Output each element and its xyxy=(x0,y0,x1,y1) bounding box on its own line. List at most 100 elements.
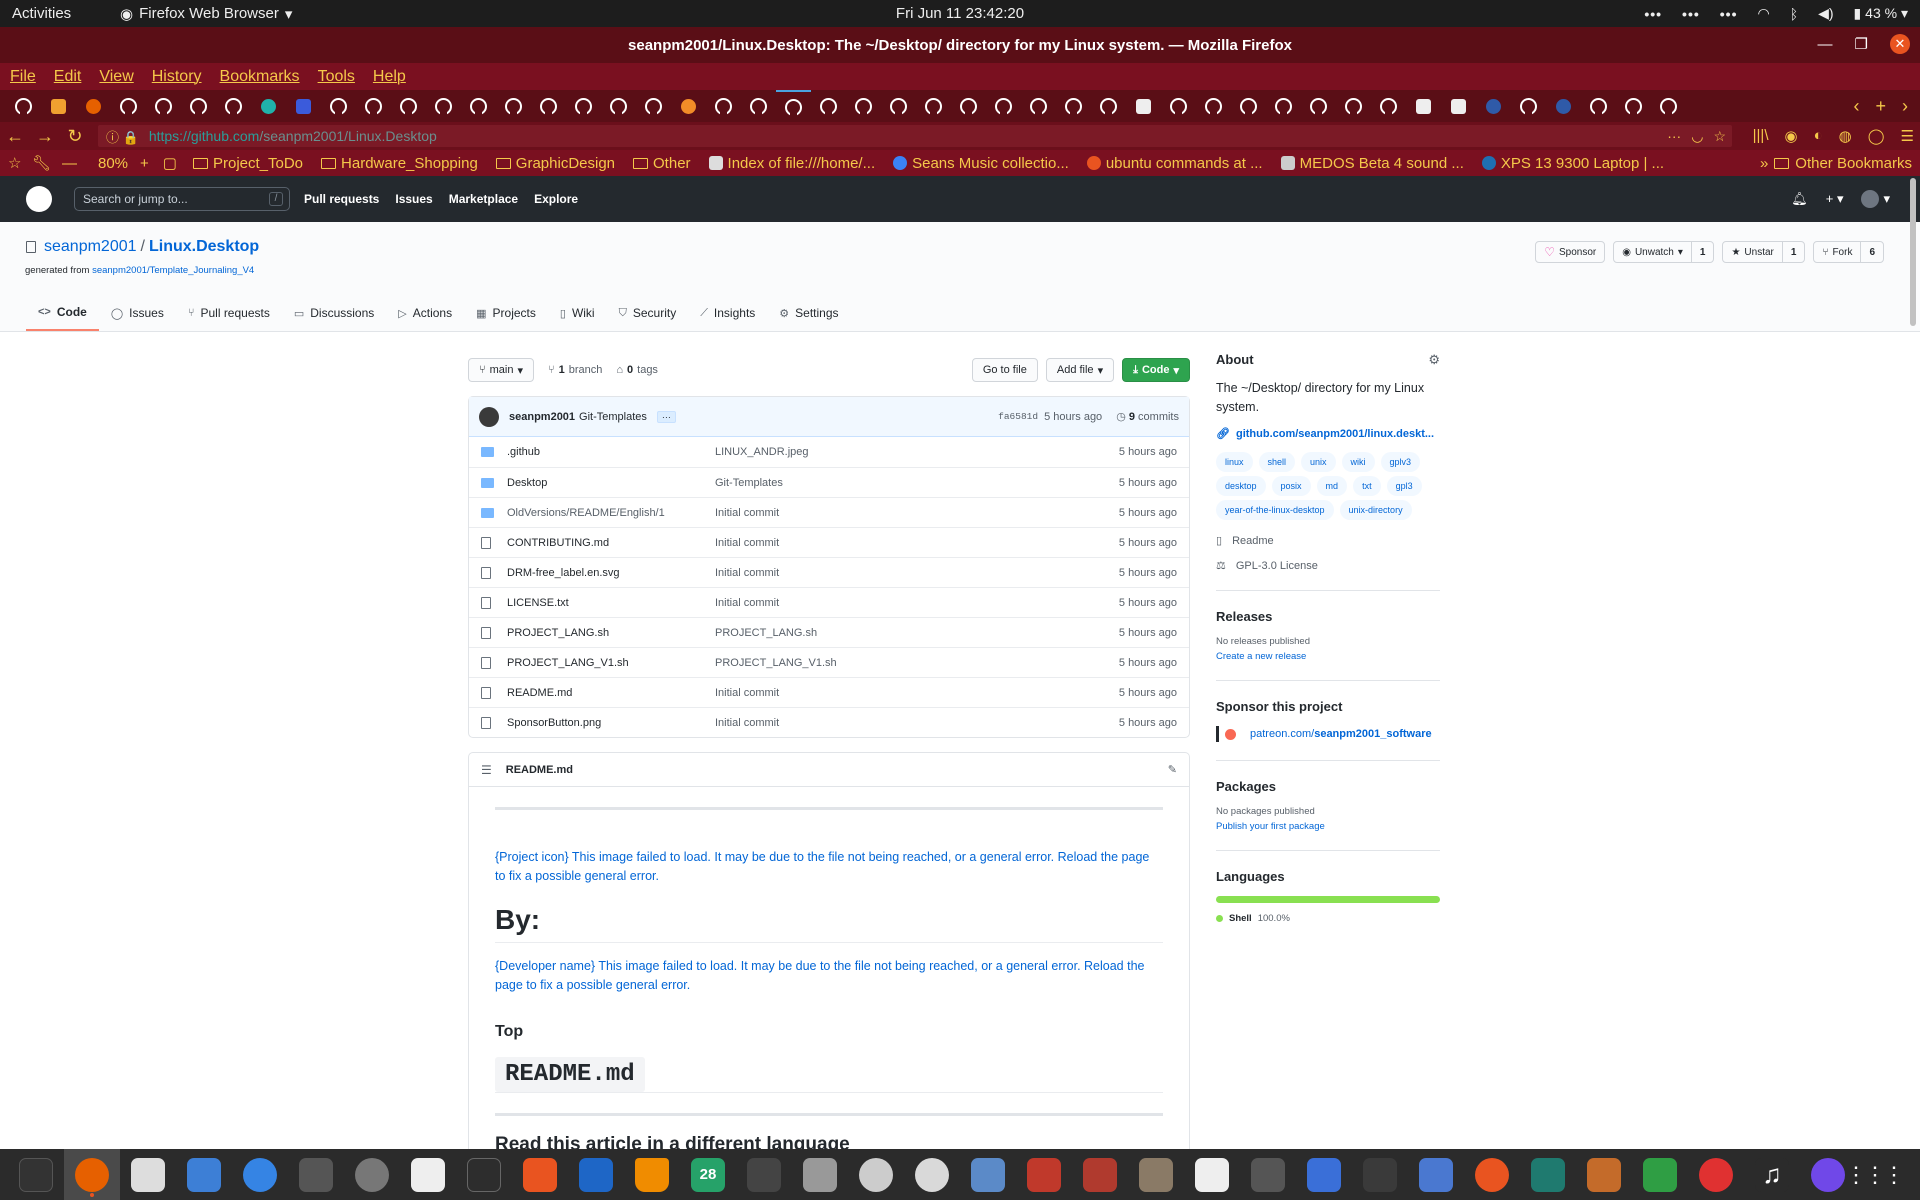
file-name[interactable]: SponsorButton.png xyxy=(507,717,715,729)
reload-icon[interactable]: ↻ xyxy=(60,126,90,147)
back-icon[interactable]: ← xyxy=(0,126,30,147)
tab-discussions[interactable]: ▭ Discussions xyxy=(282,295,386,331)
browser-tab[interactable] xyxy=(1196,90,1231,122)
browser-tab[interactable] xyxy=(1056,90,1091,122)
file-commit-message[interactable]: LINUX_ANDR.jpeg xyxy=(715,446,1119,458)
nav-pull-requests[interactable]: Pull requests xyxy=(304,192,379,206)
tab-actions[interactable]: ▷ Actions xyxy=(386,295,464,331)
topic-tag[interactable]: year-of-the-linux-desktop xyxy=(1216,500,1334,520)
dock-extensions[interactable] xyxy=(288,1149,344,1200)
browser-tab[interactable] xyxy=(111,90,146,122)
new-folder-icon[interactable]: ▢ xyxy=(163,154,177,172)
new-tab-icon[interactable]: + xyxy=(1875,96,1886,117)
app-menu[interactable]: ◉ Firefox Web Browser ▾ xyxy=(120,5,292,23)
unwatch-button[interactable]: ◉ Unwatch ▾ xyxy=(1614,242,1692,262)
tag-count-link[interactable]: ⌂ 0 tags xyxy=(616,364,658,376)
dock-software[interactable] xyxy=(512,1149,568,1200)
branch-count-link[interactable]: ⑂ 1 branch xyxy=(548,364,602,376)
zoom-out-icon[interactable]: — xyxy=(62,155,77,172)
browser-tab[interactable] xyxy=(951,90,986,122)
expand-commit-button[interactable]: ··· xyxy=(656,410,676,423)
browser-tab[interactable] xyxy=(181,90,216,122)
language-item[interactable]: Shell 100.0% xyxy=(1216,913,1440,924)
account-icon[interactable]: ◉ xyxy=(1785,127,1798,145)
browser-tab[interactable] xyxy=(1546,90,1581,122)
dock-app[interactable] xyxy=(1128,1149,1184,1200)
code-button[interactable]: ⤓ Code ▾ xyxy=(1122,358,1190,382)
file-row[interactable]: SponsorButton.png Initial commit 5 hours a… xyxy=(469,707,1189,737)
file-row[interactable]: OldVersions/README/English/1 Initial comm… xyxy=(469,497,1189,527)
scroll-tabs-right-icon[interactable]: › xyxy=(1902,96,1908,117)
forward-icon[interactable]: → xyxy=(30,126,60,147)
file-name[interactable]: OldVersions/README/English/1 xyxy=(507,507,715,519)
github-icon[interactable]: ◯ xyxy=(1868,127,1885,145)
dock-app[interactable] xyxy=(1464,1149,1520,1200)
dock-vim[interactable] xyxy=(1352,1149,1408,1200)
dock-app[interactable] xyxy=(904,1149,960,1200)
browser-tab[interactable] xyxy=(706,90,741,122)
extension-menu-icon[interactable]: ••• xyxy=(1644,6,1662,22)
repo-name-link[interactable]: Linux.Desktop xyxy=(149,238,259,256)
page-scrollbar[interactable] xyxy=(1910,178,1916,326)
bookmark-item[interactable]: XPS 13 9300 Laptop | ... xyxy=(1481,155,1664,172)
menu-tools[interactable]: Tools xyxy=(318,68,355,86)
bluetooth-icon[interactable]: ᛒ xyxy=(1790,6,1798,22)
browser-tab[interactable] xyxy=(1371,90,1406,122)
battery-indicator[interactable]: ▮ 43 % ▾ xyxy=(1854,5,1908,22)
file-name[interactable]: README.md xyxy=(507,687,715,699)
tab-code[interactable]: <> Code xyxy=(26,295,99,331)
dock-help[interactable] xyxy=(232,1149,288,1200)
browser-tab[interactable] xyxy=(1406,90,1441,122)
file-row[interactable]: DRM-free_label.en.svg Initial commit 5 hou… xyxy=(469,557,1189,587)
browser-tab[interactable] xyxy=(426,90,461,122)
browser-tab[interactable] xyxy=(566,90,601,122)
file-commit-message[interactable]: PROJECT_LANG_V1.sh xyxy=(715,657,1119,669)
file-name[interactable]: PROJECT_LANG_V1.sh xyxy=(507,657,715,669)
topic-tag[interactable]: wiki xyxy=(1341,452,1375,472)
github-logo-icon[interactable] xyxy=(26,186,52,212)
topic-tag[interactable]: unix-directory xyxy=(1339,500,1412,520)
patreon-link[interactable]: patreon.com/seanpm2001_software xyxy=(1216,726,1440,742)
file-row[interactable]: LICENSE.txt Initial commit 5 hours ago xyxy=(469,587,1189,617)
extension-icon[interactable]: ◐ xyxy=(1814,127,1823,145)
browser-tab[interactable] xyxy=(461,90,496,122)
topic-tag[interactable]: linux xyxy=(1216,452,1253,472)
file-commit-message[interactable]: Git-Templates xyxy=(715,477,1119,489)
file-row[interactable]: CONTRIBUTING.md Initial commit 5 hours ago xyxy=(469,527,1189,557)
browser-tab[interactable] xyxy=(1651,90,1686,122)
dock-spreadsheet[interactable] xyxy=(1632,1149,1688,1200)
license-link[interactable]: ⚖ GPL-3.0 License xyxy=(1216,559,1440,573)
browser-tab[interactable] xyxy=(251,90,286,122)
browser-tab[interactable] xyxy=(1021,90,1056,122)
bookmark-item[interactable]: Other xyxy=(633,155,691,172)
homepage-link[interactable]: 🔗︎ github.com/seanpm2001/linux.deskt... xyxy=(1216,427,1440,441)
tab-pull-requests[interactable]: ⑂ Pull requests xyxy=(176,295,282,331)
dock-search[interactable] xyxy=(792,1149,848,1200)
menu-file[interactable]: File xyxy=(10,68,36,86)
browser-tab[interactable] xyxy=(1091,90,1126,122)
browser-tab[interactable] xyxy=(1476,90,1511,122)
create-new-icon[interactable]: + ▾ xyxy=(1826,191,1844,207)
wifi-icon[interactable]: ◠ xyxy=(1757,5,1769,22)
browser-tab[interactable] xyxy=(356,90,391,122)
dock-app[interactable] xyxy=(1296,1149,1352,1200)
dock-app[interactable] xyxy=(1576,1149,1632,1200)
dock-calculator[interactable] xyxy=(736,1149,792,1200)
fork-count[interactable]: 6 xyxy=(1861,247,1883,258)
dock-app[interactable] xyxy=(848,1149,904,1200)
other-bookmarks[interactable]: » Other Bookmarks xyxy=(1753,154,1912,172)
nav-marketplace[interactable]: Marketplace xyxy=(449,192,518,206)
file-commit-message[interactable]: Initial commit xyxy=(715,717,1119,729)
user-menu[interactable]: ▾ xyxy=(1861,190,1890,208)
repo-owner-link[interactable]: seanpm2001 xyxy=(44,238,137,256)
topic-tag[interactable]: posix xyxy=(1271,476,1311,496)
activities-button[interactable]: Activities xyxy=(12,5,92,22)
nav-explore[interactable]: Explore xyxy=(534,192,578,206)
browser-tab[interactable] xyxy=(671,90,706,122)
library-icon[interactable]: |||\ xyxy=(1753,127,1769,145)
publish-package-link[interactable]: Publish your first package xyxy=(1216,821,1440,832)
pencil-icon[interactable]: ✎ xyxy=(1168,763,1177,776)
browser-tab[interactable] xyxy=(76,90,111,122)
file-commit-message[interactable]: Initial commit xyxy=(715,567,1119,579)
file-row[interactable]: PROJECT_LANG.sh PROJECT_LANG.sh 5 hours ag… xyxy=(469,617,1189,647)
